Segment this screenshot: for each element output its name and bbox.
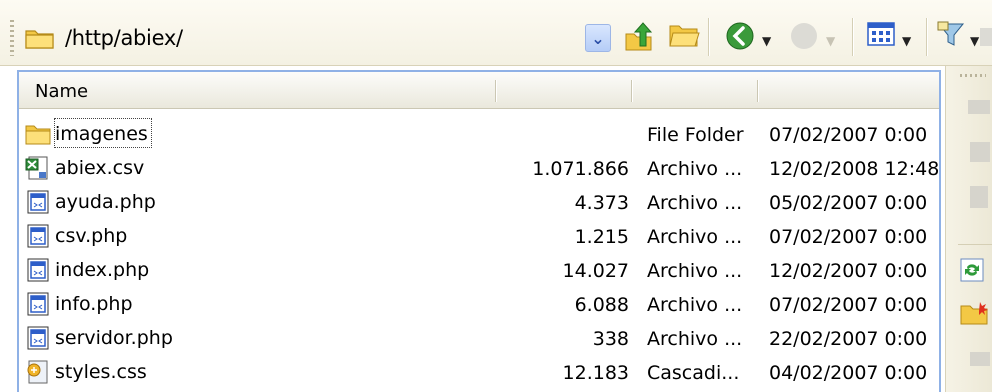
file-date: 22/02/2007 0:00	[769, 328, 928, 350]
toolbar-separator	[926, 18, 928, 56]
address-toolbar: /http/abiex/ ⌄ ▼ ▼ ▼ ▼	[0, 0, 992, 66]
refresh-icon[interactable]	[960, 258, 990, 284]
column-header-size[interactable]	[499, 72, 629, 108]
forward-icon	[791, 23, 817, 49]
column-header-name[interactable]: Name	[35, 72, 88, 108]
file-type: Archivo ...	[647, 294, 743, 316]
toolbar-separator	[708, 18, 710, 56]
file-type: File Folder	[647, 124, 744, 146]
file-size: 1.071.866	[532, 158, 629, 180]
file-name: info.php	[55, 293, 133, 315]
list-item[interactable]: index.php 14.027 Archivo ... 12/02/2007 …	[19, 253, 939, 287]
filter-icon[interactable]	[936, 20, 966, 50]
new-file-icon	[970, 186, 988, 208]
column-divider[interactable]	[495, 80, 497, 102]
file-type: Archivo ...	[647, 192, 743, 214]
php-file-icon	[27, 292, 49, 316]
file-size: 338	[592, 328, 629, 350]
list-header: Name	[19, 72, 939, 109]
file-date: 12/02/2007 0:00	[769, 260, 928, 282]
forward-dropdown-icon: ▼	[826, 34, 836, 48]
file-list[interactable]: Name imagenes File Folder 07/02/2007 0:0…	[17, 70, 941, 392]
path-combobox[interactable]: /http/abiex/	[25, 22, 585, 54]
list-item[interactable]: info.php 6.088 Archivo ... 07/02/2007 0:…	[19, 287, 939, 321]
file-date: 07/02/2007 0:00	[769, 226, 928, 248]
side-toolbar	[945, 66, 992, 392]
php-file-icon	[27, 258, 49, 282]
back-icon[interactable]	[724, 20, 756, 52]
php-file-icon	[27, 326, 49, 350]
filter-dropdown-icon[interactable]: ▼	[970, 34, 979, 48]
file-type: Archivo ...	[647, 158, 743, 180]
column-divider[interactable]	[757, 80, 759, 102]
view-dropdown-icon[interactable]: ▼	[902, 34, 911, 48]
folder-options-icon[interactable]	[960, 300, 990, 326]
column-divider[interactable]	[631, 80, 633, 102]
css-file-icon	[27, 360, 48, 384]
file-size	[469, 117, 629, 151]
properties-icon	[970, 352, 990, 366]
file-name: imagenes	[54, 118, 152, 148]
new-folder-icon	[970, 142, 990, 162]
file-size: 14.027	[562, 260, 629, 282]
path-text: /http/abiex/	[65, 26, 183, 50]
chevron-down-icon: ⌄	[591, 28, 605, 48]
column-header-date[interactable]	[761, 72, 931, 108]
toolbar-separator	[852, 18, 854, 56]
toolbar-grip[interactable]	[960, 74, 986, 77]
file-size: 12.183	[562, 362, 629, 384]
file-date: 04/02/2007 0:00	[769, 362, 928, 384]
file-date: 07/02/2007 0:00	[769, 294, 928, 316]
up-folder-icon[interactable]	[622, 20, 656, 54]
file-name: styles.css	[55, 361, 147, 383]
column-header-type[interactable]	[635, 72, 755, 108]
file-type: Archivo ...	[647, 260, 743, 282]
open-folder-icon[interactable]	[667, 20, 701, 50]
csv-file-icon	[25, 156, 48, 180]
file-type: Cascadi...	[647, 362, 740, 384]
list-item[interactable]: abiex.csv 1.071.866 Archivo ... 12/02/20…	[19, 151, 939, 185]
php-file-icon	[27, 190, 49, 214]
path-dropdown-button[interactable]: ⌄	[585, 24, 611, 52]
file-date: 05/02/2007 0:00	[769, 192, 928, 214]
file-name: abiex.csv	[55, 157, 145, 179]
folder-icon	[25, 30, 54, 49]
list-item[interactable]: csv.php 1.215 Archivo ... 07/02/2007 0:0…	[19, 219, 939, 253]
list-item[interactable]: imagenes File Folder 07/02/2007 0:00	[19, 117, 939, 151]
file-size: 4.373	[574, 192, 629, 214]
connect-icon	[968, 100, 990, 114]
php-file-icon	[27, 224, 49, 248]
file-name: index.php	[55, 259, 150, 281]
back-dropdown-icon[interactable]: ▼	[762, 34, 771, 48]
list-item[interactable]: ayuda.php 4.373 Archivo ... 05/02/2007 0…	[19, 185, 939, 219]
file-name: servidor.php	[55, 327, 173, 349]
file-date: 12/02/2008 12:48	[769, 158, 939, 180]
file-size: 1.215	[574, 226, 629, 248]
toolbar-separator	[958, 244, 992, 245]
disconnect-icon	[980, 28, 992, 46]
list-item[interactable]: servidor.php 338 Archivo ... 22/02/2007 …	[19, 321, 939, 355]
file-type: Archivo ...	[647, 328, 743, 350]
toolbar-grip[interactable]	[10, 20, 14, 56]
view-icon[interactable]	[866, 20, 896, 48]
folder-icon	[25, 125, 51, 145]
file-type: Archivo ...	[647, 226, 743, 248]
file-name: csv.php	[55, 225, 128, 247]
list-item[interactable]: styles.css 12.183 Cascadi... 04/02/2007 …	[19, 355, 939, 389]
file-date: 07/02/2007 0:00	[769, 124, 928, 146]
file-size: 6.088	[574, 294, 629, 316]
file-name: ayuda.php	[55, 191, 156, 213]
